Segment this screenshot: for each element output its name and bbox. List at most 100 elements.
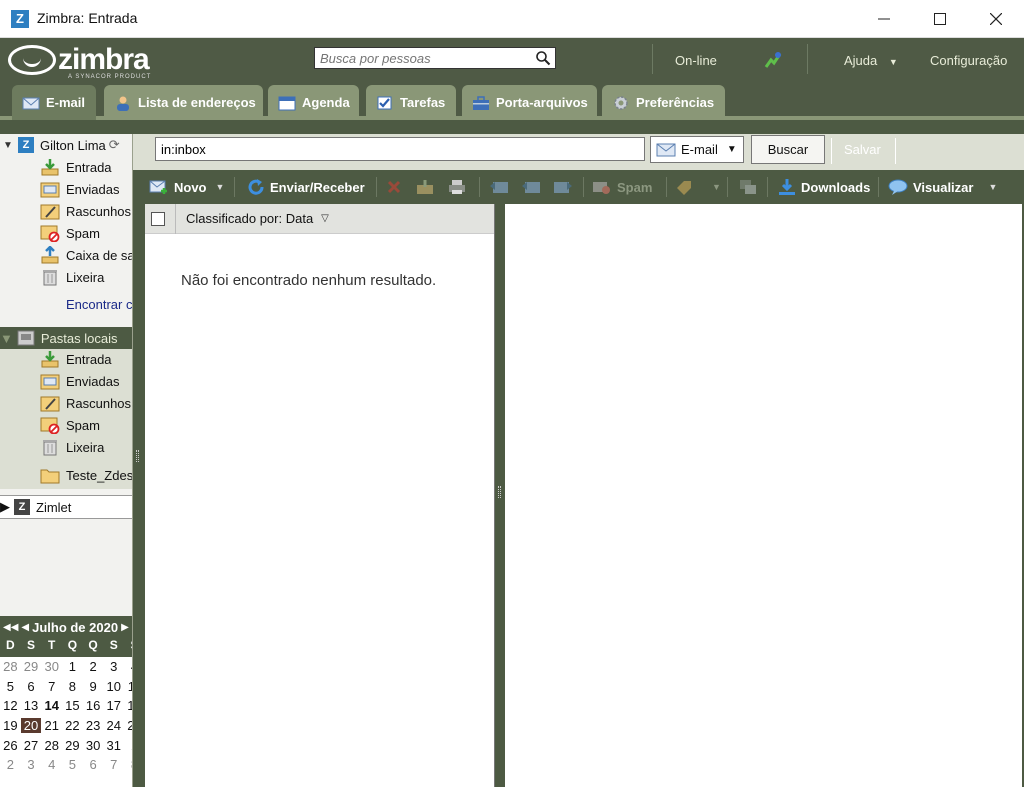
chevron-down-icon[interactable]: ▼ (216, 182, 225, 192)
tab-email[interactable]: E-mail (12, 85, 96, 120)
settings-link[interactable]: Configuração (930, 53, 1007, 68)
calendar-day[interactable]: 30 (83, 738, 104, 753)
calendar-day[interactable]: 25 (124, 718, 132, 733)
sync-icon[interactable]: ⟳ (109, 137, 120, 153)
search-button[interactable]: Buscar (751, 135, 825, 164)
tab-address-book[interactable]: Lista de endereços (104, 85, 263, 120)
calendar-day[interactable]: 18 (124, 698, 132, 713)
resize-grip-icon[interactable] (136, 450, 139, 462)
calendar-day[interactable]: 6 (21, 679, 42, 694)
help-menu[interactable]: Ajuda ▼ (844, 53, 898, 68)
calendar-day[interactable]: 26 (0, 738, 21, 753)
calendar-day[interactable]: 28 (41, 738, 62, 753)
reply-button[interactable] (489, 178, 509, 196)
local-folder-sent[interactable]: Enviadas (40, 370, 119, 392)
sort-funnel-icon[interactable]: ▽ (321, 213, 329, 224)
local-folder-spam[interactable]: Spam (40, 414, 100, 436)
calendar-day[interactable]: 30 (41, 659, 62, 674)
local-folder-drafts[interactable]: Rascunhos (40, 392, 131, 414)
calendar-day[interactable]: 31 (103, 738, 124, 753)
calendar-day[interactable]: 5 (62, 757, 83, 772)
calendar-day[interactable]: 2 (83, 659, 104, 674)
search-type-select[interactable]: E-mail ▼ (650, 136, 744, 163)
reading-pane-divider[interactable] (495, 204, 505, 787)
move-button[interactable] (416, 178, 434, 196)
save-search-button[interactable]: Salvar (844, 142, 881, 157)
minimize-button[interactable] (856, 0, 912, 38)
search-icon[interactable] (535, 50, 551, 66)
view-button[interactable]: Visualizar ▼ (888, 178, 997, 196)
calendar-day[interactable]: 1 (124, 738, 132, 753)
calendar-day[interactable]: 23 (83, 718, 104, 733)
folder-inbox[interactable]: Entrada (40, 156, 112, 178)
local-folder-teste[interactable]: Teste_Zdesktop (40, 464, 132, 486)
calendar-day[interactable]: 6 (83, 757, 104, 772)
new-button[interactable]: Novo ▼ (149, 178, 224, 196)
calendar-day[interactable]: 17 (103, 698, 124, 713)
local-folder-inbox[interactable]: Entrada (40, 348, 112, 370)
print-button[interactable] (448, 178, 466, 196)
spam-button[interactable]: Spam (592, 178, 652, 196)
find-shares-link[interactable]: Encontrar conversas (66, 297, 132, 312)
prev-year-icon[interactable]: ◀◀ (3, 622, 18, 633)
calendar-day[interactable]: 10 (103, 679, 124, 694)
tab-briefcase[interactable]: Porta-arquivos (462, 85, 597, 120)
search-query-input[interactable] (155, 137, 645, 161)
calendar-day[interactable]: 4 (124, 659, 132, 674)
calendar-day[interactable]: 7 (103, 757, 124, 772)
calendar-day[interactable]: 19 (0, 718, 21, 733)
account-header[interactable]: ▼ Z Gilton Lima ⟳ (0, 134, 132, 156)
calendar-day[interactable]: 28 (0, 659, 21, 674)
calendar-day[interactable]: 8 (124, 757, 132, 772)
connection-status-icon[interactable] (763, 50, 783, 70)
calendar-day[interactable]: 24 (103, 718, 124, 733)
collapse-triangle-icon[interactable]: ▼ (2, 140, 14, 151)
calendar-day[interactable]: 8 (62, 679, 83, 694)
folder-spam[interactable]: Spam (40, 222, 100, 244)
tab-tasks[interactable]: Tarefas (366, 85, 456, 120)
calendar-day[interactable]: 15 (62, 698, 83, 713)
close-button[interactable] (968, 0, 1024, 38)
tab-preferences[interactable]: Preferências (602, 85, 725, 120)
forward-button[interactable] (553, 178, 573, 196)
reply-all-button[interactable] (521, 178, 541, 196)
calendar-day[interactable]: 22 (62, 718, 83, 733)
chevron-down-icon[interactable]: ▼ (988, 182, 997, 192)
calendar-day[interactable]: 14 (41, 698, 62, 713)
calendar-day[interactable]: 7 (41, 679, 62, 694)
calendar-day[interactable]: 13 (21, 698, 42, 713)
zimlet-header[interactable]: ▶ Z Zimlet (0, 495, 132, 519)
folder-sent[interactable]: Enviadas (40, 178, 119, 200)
calendar-day[interactable]: 20 (20, 718, 42, 734)
calendar-day[interactable]: 4 (41, 757, 62, 772)
calendar-day[interactable]: 3 (21, 757, 42, 772)
local-folders-header[interactable]: ▼ Pastas locais (0, 327, 132, 349)
expand-triangle-icon[interactable]: ▶ (0, 499, 10, 515)
sort-label[interactable]: Classificado por: Data (186, 211, 313, 226)
tab-calendar[interactable]: Agenda (268, 85, 359, 120)
calendar-day[interactable]: 29 (21, 659, 42, 674)
downloads-button[interactable]: Downloads (778, 178, 870, 196)
calendar-day[interactable]: 1 (62, 659, 83, 674)
select-all-checkbox[interactable] (151, 211, 165, 226)
chevron-down-icon[interactable]: ▼ (712, 182, 721, 192)
people-search-input[interactable] (315, 48, 525, 68)
folder-drafts[interactable]: Rascunhos (40, 200, 131, 222)
next-month-icon[interactable]: ▶ (121, 622, 129, 633)
maximize-button[interactable] (912, 0, 968, 38)
calendar-day[interactable]: 5 (0, 679, 21, 694)
calendar-day[interactable]: 16 (83, 698, 104, 713)
calendar-day[interactable]: 29 (62, 738, 83, 753)
people-search-box[interactable] (314, 47, 556, 69)
calendar-day[interactable]: 2 (0, 757, 21, 772)
tag-button[interactable]: ▼ (675, 178, 721, 196)
calendar-day[interactable]: 27 (21, 738, 42, 753)
collapse-triangle-icon[interactable]: ▼ (0, 331, 13, 346)
delete-button[interactable] (386, 178, 402, 196)
calendar-day[interactable]: 9 (83, 679, 104, 694)
status-online[interactable]: On-line (675, 53, 717, 68)
calendar-day[interactable]: 3 (103, 659, 124, 674)
calendar-day[interactable]: 11 (124, 679, 132, 694)
prev-month-icon[interactable]: ◀ (21, 622, 29, 633)
folder-trash[interactable]: Lixeira (40, 266, 104, 288)
